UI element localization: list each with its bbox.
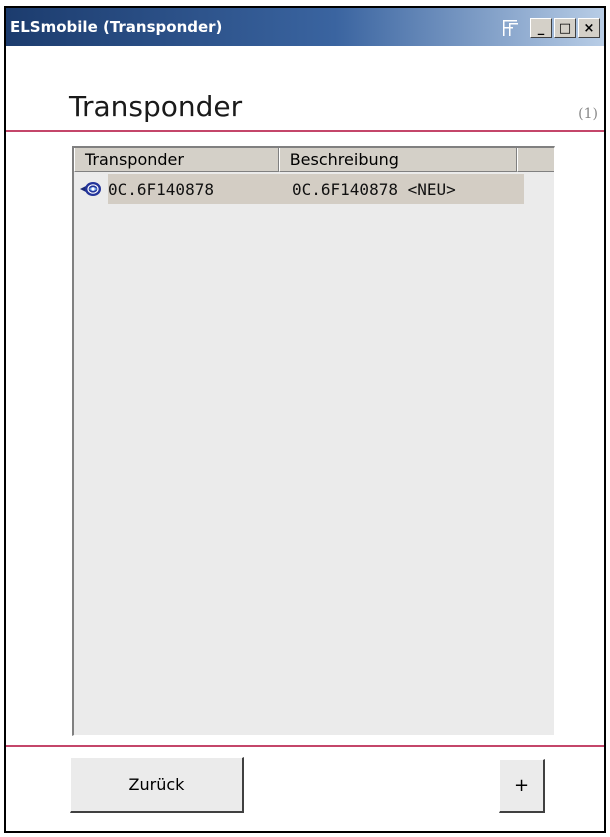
back-button[interactable]: Zurück (70, 757, 244, 813)
minimize-button[interactable]: _ (530, 18, 552, 38)
transponder-list[interactable]: Transponder Beschreibung 0C.6F140878 0C.… (72, 146, 555, 736)
window-title: ELSmobile (Transponder) (10, 18, 223, 36)
footer-divider (6, 745, 604, 747)
add-button[interactable]: + (499, 759, 545, 813)
close-icon: × (583, 20, 595, 36)
app-window: ELSmobile (Transponder) _ □ × Transponde… (4, 6, 606, 833)
page-title: Transponder (69, 90, 243, 123)
maximize-icon: □ (558, 20, 572, 36)
header-divider (6, 130, 604, 132)
transponder-icon (74, 174, 108, 204)
row-selection: 0C.6F140878 0C.6F140878 <NEU> (108, 174, 524, 204)
close-button[interactable]: × (578, 18, 600, 38)
column-header-filler (517, 148, 554, 172)
table-row[interactable]: 0C.6F140878 0C.6F140878 <NEU> (74, 174, 524, 204)
column-header-beschreibung[interactable]: Beschreibung (278, 148, 518, 172)
cell-beschreibung: 0C.6F140878 <NEU> (292, 179, 456, 199)
item-count: (1) (578, 106, 598, 122)
pin-icon[interactable] (498, 18, 524, 38)
window-controls: _ □ × (498, 18, 600, 38)
cell-transponder: 0C.6F140878 (108, 179, 214, 199)
list-header: Transponder Beschreibung (74, 148, 554, 172)
title-bar[interactable]: ELSmobile (Transponder) _ □ × (6, 8, 604, 46)
column-header-transponder[interactable]: Transponder (74, 148, 279, 172)
maximize-button[interactable]: □ (554, 18, 576, 38)
minimize-icon: _ (537, 20, 545, 36)
